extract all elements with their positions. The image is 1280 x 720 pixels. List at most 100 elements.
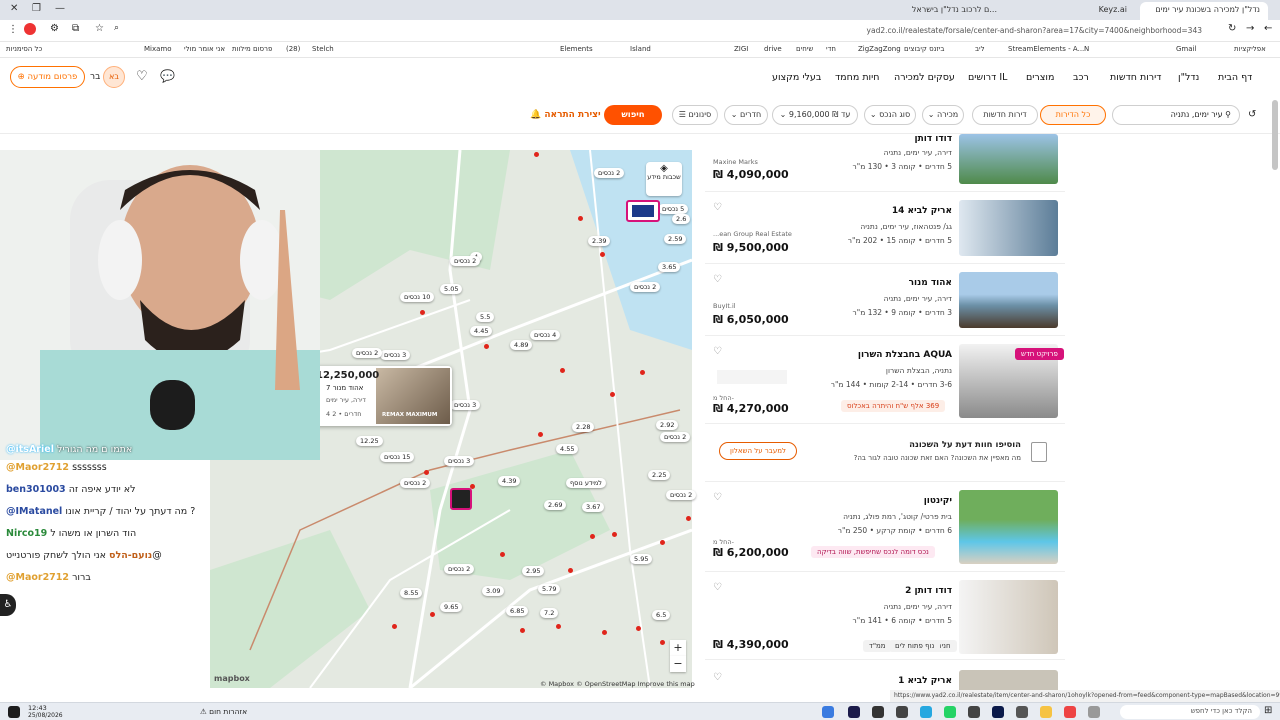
favorite-heart-icon[interactable]: ♡	[713, 672, 722, 683]
bookmark-island[interactable]: Island	[630, 45, 651, 53]
map-dot[interactable]	[424, 470, 429, 475]
search-button[interactable]: חיפוש	[604, 105, 662, 125]
bookmark-ani[interactable]: אני אומר מולי	[184, 45, 225, 53]
favorite-heart-icon[interactable]: ♡	[713, 492, 722, 503]
favorite-heart-icon[interactable]: ♡	[713, 582, 722, 593]
app-icon[interactable]	[1088, 706, 1100, 718]
map-pin[interactable]: 2.6	[672, 214, 691, 224]
terminal-icon[interactable]	[872, 706, 884, 718]
more-filters-button[interactable]: ☰ סינונים	[672, 105, 718, 125]
nav-realestate[interactable]: נדל"ן	[1178, 72, 1199, 83]
forward-icon[interactable]: →	[1246, 23, 1254, 34]
map-pin[interactable]: 10 נכסים	[400, 292, 435, 302]
map-pin[interactable]: 6.85	[506, 606, 529, 616]
map-pin[interactable]: 2.39	[588, 236, 611, 246]
map-dot[interactable]	[420, 310, 425, 315]
bookmark-zigzag[interactable]: ZigZagZong	[858, 45, 901, 53]
minimize-icon[interactable]: —	[55, 3, 65, 14]
map-pin[interactable]: 2 נכסים	[450, 256, 481, 266]
map-pin[interactable]: 2 נכסים	[594, 168, 625, 178]
tab-keyz[interactable]: Keyz.ai	[1010, 2, 1135, 20]
bookmark-apps[interactable]: אפליקציות	[1234, 45, 1266, 53]
bookmark-stelch[interactable]: Stelch	[312, 45, 334, 53]
bookmark-star-icon[interactable]: ☆	[95, 23, 104, 34]
listing-card[interactable]: ♡ יקינטון בית פרטי/ קוטג', רמת פולג, נתנ…	[705, 488, 1065, 572]
map-dot[interactable]	[534, 152, 539, 157]
bookmark-drive[interactable]: drive	[764, 45, 782, 53]
listing-card[interactable]: ♡ אריק לביא 14 גג/ פנטהאוז, עיר ימים, נת…	[705, 196, 1065, 264]
weather-alert[interactable]: ⚠ אזהרות חום	[200, 707, 247, 716]
history-icon[interactable]: ↺	[1248, 109, 1256, 120]
new-properties-toggle[interactable]: דירות חדשות	[972, 105, 1038, 125]
map-pin[interactable]: 4.89	[510, 340, 533, 350]
property-type-dropdown[interactable]: ⌄ סוג הנכס	[864, 105, 916, 125]
maximize-icon[interactable]: ❐	[32, 3, 41, 14]
map-dot[interactable]	[590, 534, 595, 539]
create-alert-button[interactable]: 🔔 יצירת התראה	[530, 110, 601, 120]
map-pin[interactable]: 2.92	[656, 420, 679, 430]
accessibility-icon[interactable]: ♿	[0, 594, 16, 616]
nav-pets[interactable]: חיות מחמד	[835, 72, 879, 83]
bookmark-streamelements[interactable]: StreamElements - A...	[1008, 45, 1084, 53]
bookmark-n[interactable]: N	[1084, 45, 1089, 53]
map-dot[interactable]	[640, 370, 645, 375]
avatar[interactable]: בא	[103, 66, 125, 88]
share-icon[interactable]: ⧉	[72, 23, 79, 34]
map-dot[interactable]	[538, 432, 543, 437]
map-dot[interactable]	[560, 368, 565, 373]
zoom-out-button[interactable]: −	[670, 656, 686, 672]
nav-vehicles[interactable]: רכב	[1073, 72, 1089, 83]
map-pin[interactable]: 5.5	[476, 312, 495, 322]
project-logo-marker[interactable]	[626, 200, 660, 222]
bookmark-elements[interactable]: Elements	[560, 45, 593, 53]
listing-card[interactable]: ♡ דודו דותן 2 דירה, עיר ימים, נתניה 5 חד…	[705, 578, 1065, 660]
map-pin[interactable]: 2 נכסים	[444, 564, 475, 574]
photoshop-icon[interactable]	[992, 706, 1004, 718]
map-pin[interactable]: 3 נכסים	[444, 456, 475, 466]
bookmark-gmail[interactable]: Gmail	[1176, 45, 1196, 53]
survey-button[interactable]: למעבר על השאלון	[719, 442, 797, 460]
map-pin[interactable]: 2 נכסים	[660, 432, 691, 442]
project-marker[interactable]	[450, 488, 472, 510]
app-icon[interactable]	[896, 706, 908, 718]
map-pin[interactable]: 7.2	[540, 608, 559, 618]
map-dot[interactable]	[500, 552, 505, 557]
bookmark-all[interactable]: כל הסימניות	[6, 45, 42, 53]
price-dropdown[interactable]: ⌄ עד ₪ 9,160,000	[772, 105, 858, 125]
map-dot[interactable]	[556, 624, 561, 629]
listing-card[interactable]: דודו דותן דירה, עיר ימים, נתניה 5 חדרים …	[705, 134, 1065, 192]
map-layers-button[interactable]: ◈ שכבות מידע	[646, 162, 682, 196]
taskbar-search-input[interactable]: הקלד כאן כדי לחפש	[1120, 705, 1260, 719]
rooms-dropdown[interactable]: ⌄ חדרים	[724, 105, 768, 125]
profile-icon[interactable]	[24, 23, 36, 35]
tab-yad2[interactable]: נדל"ן למכירה בשכונת עיר ימים	[1140, 2, 1268, 20]
bookmark-kibbutz[interactable]: ביזנס קיבוצים	[904, 45, 944, 53]
map-pin[interactable]: 15 נכסים	[380, 452, 415, 462]
map-pin[interactable]: 2.25	[648, 470, 671, 480]
map-pin[interactable]: 5.79	[538, 584, 561, 594]
listing-card-project[interactable]: פרויקט חדש ♡ AQUA בחבצלת השרון נתניה, הב…	[705, 340, 1065, 424]
nav-businesses[interactable]: עסקים למכירה	[894, 72, 955, 83]
bookmark-mixamo[interactable]: Mixamo	[144, 45, 172, 53]
nav-jobs[interactable]: דרושים IL	[968, 72, 1007, 83]
map-dot[interactable]	[392, 624, 397, 629]
map-dot[interactable]	[484, 344, 489, 349]
map-pin[interactable]: 3.09	[482, 586, 505, 596]
app-icon[interactable]	[920, 706, 932, 718]
nav-products[interactable]: מוצרים	[1026, 72, 1054, 83]
map-pin[interactable]: 2 נכסים	[666, 490, 697, 500]
file-explorer-icon[interactable]	[1040, 706, 1052, 718]
map-pin[interactable]: 2 נכסים	[630, 282, 661, 292]
map-dot[interactable]	[600, 252, 605, 257]
reload-icon[interactable]: ↻	[1228, 23, 1236, 34]
map-pin[interactable]: 8.55	[400, 588, 423, 598]
nav-home[interactable]: דף הבית	[1218, 72, 1252, 83]
favorite-heart-icon[interactable]: ♡	[713, 346, 722, 357]
favorite-heart-icon[interactable]: ♡	[713, 202, 722, 213]
map-dot[interactable]	[578, 216, 583, 221]
map-pin[interactable]: 3 נכסים	[450, 400, 481, 410]
zoom-in-button[interactable]: +	[670, 640, 686, 656]
map-pin[interactable]: 3.65	[658, 262, 681, 272]
nav-new-apartments[interactable]: דירות חדשות	[1110, 72, 1161, 83]
location-search-input[interactable]: ⚲ עיר ימים, נתניה	[1112, 105, 1240, 125]
